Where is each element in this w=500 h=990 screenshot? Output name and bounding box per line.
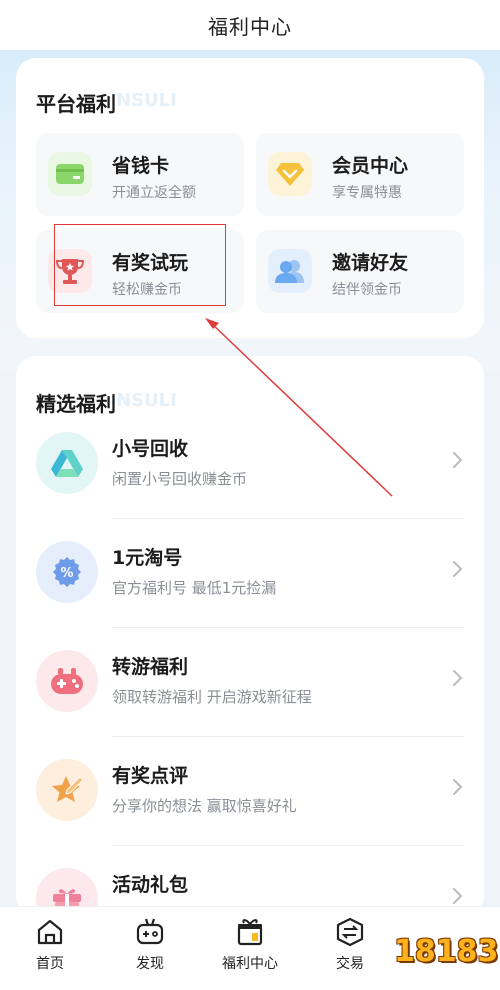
gift-box-icon [237,919,263,946]
tab-home[interactable]: 首页 [10,917,90,981]
tab-label: 发现 [136,956,164,972]
gamepad-icon [136,918,164,945]
tab-label: 首页 [36,956,64,972]
home-icon [37,919,63,945]
exchange-icon [336,917,364,947]
tab-discover[interactable]: 发现 [110,917,190,981]
annotation-arrow [205,318,393,497]
tab-welfare-center[interactable]: 福利中心 [210,917,290,981]
watermark-text: 18183 [394,934,499,969]
watermark-logo: 18183 [394,922,498,978]
tab-label: 交易 [336,956,364,972]
tab-label: 福利中心 [222,956,278,972]
tab-trade[interactable]: 交易 [310,917,390,981]
